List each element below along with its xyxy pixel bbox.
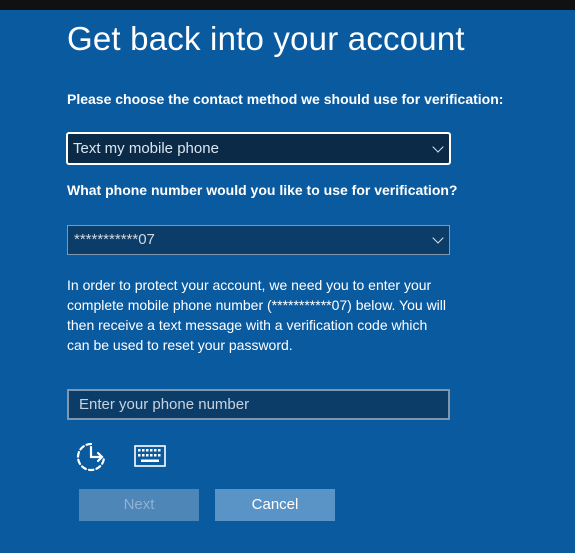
phone-choice-select[interactable]: ***********07 — [67, 225, 450, 255]
contact-method-value: Text my mobile phone — [73, 140, 219, 157]
keyboard-icon — [134, 445, 166, 467]
contact-method-select[interactable]: Text my mobile phone — [66, 132, 451, 165]
top-bar — [0, 0, 575, 10]
phone-choice-value: ***********07 — [74, 231, 155, 248]
phone-choice-label: What phone number would you like to use … — [67, 182, 458, 198]
chevron-down-icon — [432, 140, 444, 153]
instructions-text: In order to protect your account, we nee… — [67, 277, 447, 353]
phone-number-input[interactable] — [67, 389, 450, 420]
next-button[interactable]: Next — [79, 489, 199, 521]
cancel-button[interactable]: Cancel — [215, 489, 335, 521]
on-screen-keyboard-button[interactable] — [132, 442, 168, 470]
ease-of-access-button[interactable] — [73, 439, 109, 475]
ease-of-access-icon — [76, 442, 106, 472]
page-title: Get back into your account — [67, 20, 465, 57]
contact-method-label: Please choose the contact method we shou… — [67, 91, 504, 107]
chevron-down-icon — [432, 232, 444, 244]
